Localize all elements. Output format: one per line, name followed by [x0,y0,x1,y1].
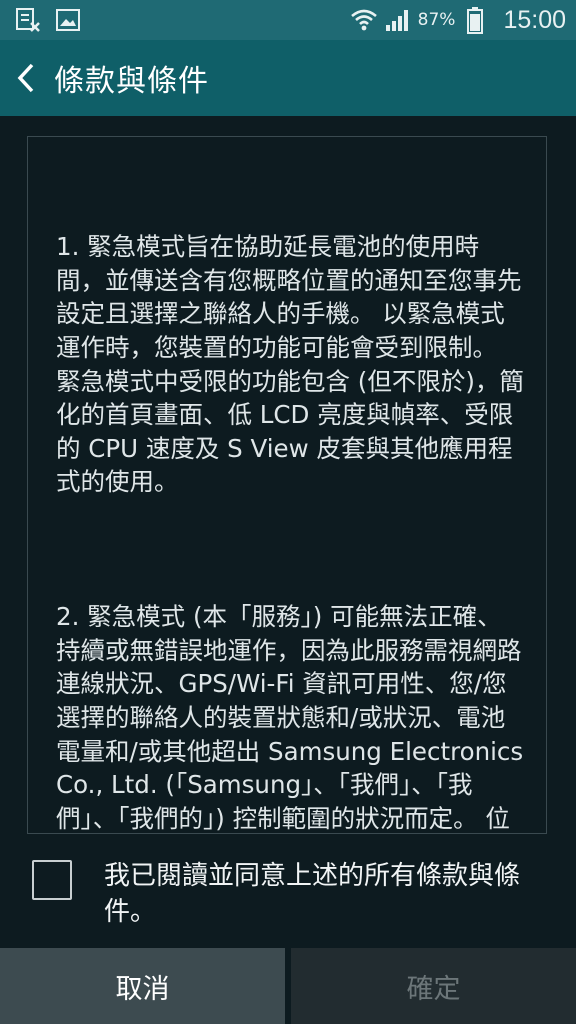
battery-icon [461,6,489,34]
battery-percent: 87% [417,10,456,30]
clock: 15:00 [503,5,566,34]
terms-paragraph-2: 2. 緊急模式 (本「服務」) 可能無法正確、持續或無錯誤地運作，因為此服務需視… [56,602,524,833]
page-title: 條款與條件 [54,64,209,99]
agree-label: 我已閱讀並同意上述的所有條款與條件。 [104,861,521,927]
cancel-button[interactable]: 取消 [0,948,285,1024]
back-button[interactable] [6,40,46,116]
status-bar: 87% 15:00 [0,0,576,40]
confirm-button[interactable]: 確定 [291,948,576,1024]
wifi-icon [350,6,378,34]
image-icon [54,6,82,34]
agreement-row[interactable]: 我已閱讀並同意上述的所有條款與條件。 [0,856,576,932]
button-bar: 取消 確定 [0,948,576,1024]
terms-text: 1. 緊急模式旨在協助延長電池的使用時間，並傳送含有您概略位置的通知至您事先設定… [56,163,526,833]
notification-icon [14,6,42,34]
terms-scroll-area[interactable]: 1. 緊急模式旨在協助延長電池的使用時間，並傳送含有您概略位置的通知至您事先設定… [27,136,547,834]
agree-checkbox[interactable] [32,860,72,900]
terms-paragraph-1: 1. 緊急模式旨在協助延長電池的使用時間，並傳送含有您概略位置的通知至您事先設定… [56,232,524,497]
action-bar: 條款與條件 [0,40,576,116]
signal-icon [384,6,412,34]
chevron-left-icon [17,63,34,93]
